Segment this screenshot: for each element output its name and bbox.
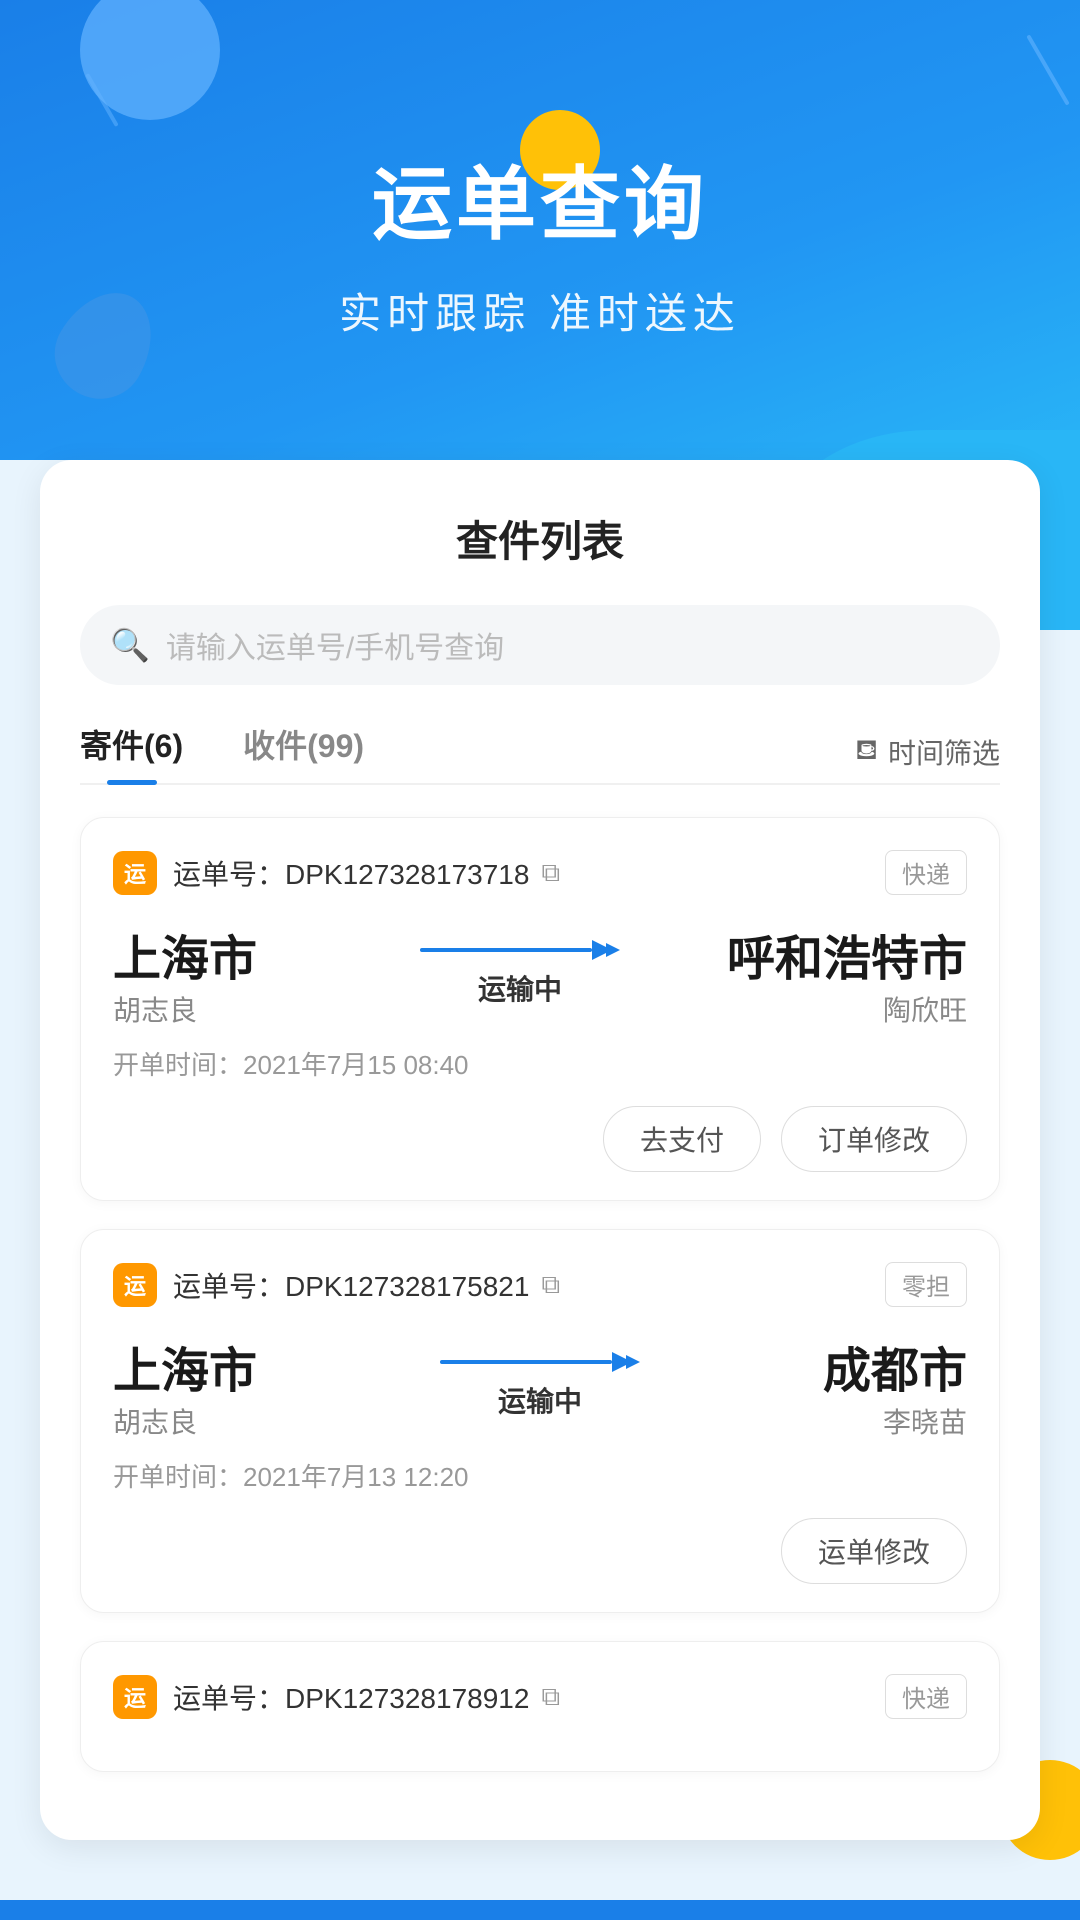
from-city-1: 上海市 胡志良	[113, 919, 313, 1029]
tab-received[interactable]: 收件(99)	[243, 721, 364, 783]
order-header-1: 运 运单号：DPK127328173718 ⧉ 快递	[113, 850, 967, 895]
order-tag-1: 快递	[885, 850, 967, 895]
order-time-1: 开单时间：2021年7月15 08:40	[113, 1045, 967, 1082]
copy-icon-3[interactable]: ⧉	[541, 1681, 560, 1713]
modify-order-button-1[interactable]: 订单修改	[781, 1106, 967, 1172]
content-area: 查件列表 🔍 请输入运单号/手机号查询 寄件(6) 收件(99) ⛾ 时间筛选 …	[0, 460, 1080, 1900]
tab-bar: 寄件(6) 收件(99) ⛾ 时间筛选	[80, 721, 1000, 785]
hero-title: 运单查询	[372, 140, 708, 256]
route-status-2: 运输中	[498, 1380, 582, 1420]
tab-sent[interactable]: 寄件(6)	[80, 721, 183, 783]
order-actions-2: 运单修改	[113, 1518, 967, 1584]
order-header-2: 运 运单号：DPK127328175821 ⧉ 零担	[113, 1262, 967, 1307]
main-card: 查件列表 🔍 请输入运单号/手机号查询 寄件(6) 收件(99) ⛾ 时间筛选 …	[40, 460, 1040, 1840]
card-title: 查件列表	[80, 508, 1000, 569]
to-city-1: 呼和浩特市 陶欣旺	[727, 919, 967, 1029]
order-number-2: 运单号：DPK127328175821	[173, 1265, 529, 1305]
order-header-3: 运 运单号：DPK127328178912 ⧉ 快递	[113, 1674, 967, 1719]
order-number-3: 运单号：DPK127328178912	[173, 1677, 529, 1717]
order-tag-3: 快递	[885, 1674, 967, 1719]
order-tag-2: 零担	[885, 1262, 967, 1307]
search-bar[interactable]: 🔍 请输入运单号/手机号查询	[80, 605, 1000, 685]
copy-icon-1[interactable]: ⧉	[541, 857, 560, 889]
search-placeholder: 请输入运单号/手机号查询	[166, 623, 504, 667]
decoration-slash-tr	[1026, 34, 1069, 105]
filter-label: 时间筛选	[888, 732, 1000, 772]
decoration-teardrop	[39, 275, 172, 415]
route-arrow-1: 运输中	[313, 940, 727, 1008]
order-card-3: 运 运单号：DPK127328178912 ⧉ 快递	[80, 1641, 1000, 1772]
order-number-1: 运单号：DPK127328173718	[173, 853, 529, 893]
hero-subtitle: 实时跟踪 准时送达	[339, 280, 741, 341]
hero-section: 运单查询 实时跟踪 准时送达	[0, 0, 1080, 480]
route-row-1: 上海市 胡志良 运输中 呼和浩特市 陶欣旺	[113, 919, 967, 1029]
filter-icon: ⛾	[855, 734, 878, 770]
copy-icon-2[interactable]: ⧉	[541, 1269, 560, 1301]
route-status-1: 运输中	[478, 968, 562, 1008]
order-icon-1: 运	[113, 851, 157, 895]
order-actions-1: 去支付 订单修改	[113, 1106, 967, 1172]
search-icon: 🔍	[110, 626, 150, 664]
pay-button-1[interactable]: 去支付	[603, 1106, 761, 1172]
order-card-2: 运 运单号：DPK127328175821 ⧉ 零担 上海市 胡志良 运输中	[80, 1229, 1000, 1613]
order-icon-2: 运	[113, 1263, 157, 1307]
modify-waybill-button-2[interactable]: 运单修改	[781, 1518, 967, 1584]
order-icon-3: 运	[113, 1675, 157, 1719]
decoration-circle-tl	[80, 0, 220, 120]
order-time-2: 开单时间：2021年7月13 12:20	[113, 1457, 967, 1494]
order-card-1: 运 运单号：DPK127328173718 ⧉ 快递 上海市 胡志良 运输中	[80, 817, 1000, 1201]
time-filter-button[interactable]: ⛾ 时间筛选	[855, 732, 1000, 772]
to-city-2: 成都市 李晓苗	[767, 1331, 967, 1441]
route-row-2: 上海市 胡志良 运输中 成都市 李晓苗	[113, 1331, 967, 1441]
from-city-2: 上海市 胡志良	[113, 1331, 313, 1441]
route-arrow-2: 运输中	[313, 1352, 767, 1420]
